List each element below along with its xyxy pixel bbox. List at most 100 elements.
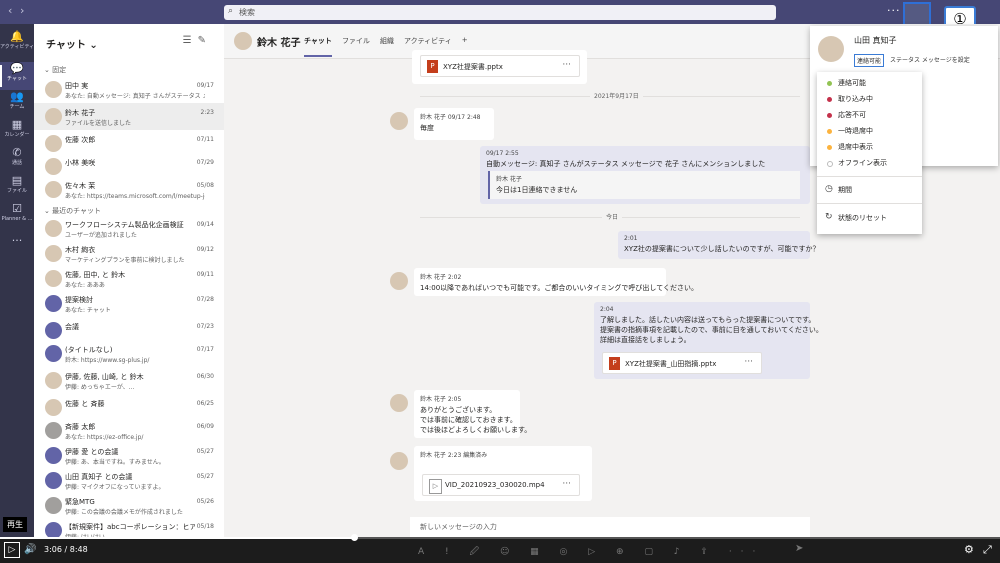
file-more-icon[interactable]: ··· (562, 479, 571, 489)
forward-icon[interactable]: › (20, 5, 24, 17)
file-attachment[interactable]: P XYZ社提案書_山田指摘.pptx ··· (602, 352, 762, 374)
video-progress-fill (0, 537, 354, 539)
settings-icon[interactable]: ⚙ (964, 543, 974, 556)
group-avatar (45, 295, 62, 312)
status-busy[interactable]: 取り込み中 (817, 92, 922, 107)
status-dnd[interactable]: 応答不可 (817, 108, 922, 123)
more-options-button[interactable]: ··· (887, 4, 901, 17)
group-avatar (45, 447, 62, 464)
rail-planner[interactable]: ☑ Planner & ... (0, 202, 34, 230)
chat-row[interactable]: (タイトルなし) 鈴木: https://www.sg-plus.jp/07/17 (34, 340, 224, 367)
date-divider: 2021年9月17日 (590, 91, 643, 100)
tab-chat[interactable]: チャット (304, 36, 332, 57)
status-dot-icon (827, 129, 832, 134)
chat-row[interactable]: 斉藤 太郎 あなた: https://ez-office.jp/06/09 (34, 417, 224, 444)
chat-row[interactable]: 佐々木 茉あなた: https://teams.microsoft.com/l/… (34, 176, 224, 203)
send-icon[interactable]: ➤ (795, 543, 803, 554)
file-attachment[interactable]: P XYZ社提案書.pptx ··· (420, 55, 580, 77)
profile-avatar-button[interactable] (903, 2, 931, 26)
avatar (45, 270, 62, 287)
avatar (45, 108, 62, 125)
pinned-section-label[interactable]: ⌄ 固定 (44, 65, 66, 75)
reset-icon: ↻ (825, 212, 833, 222)
status-button[interactable]: 連絡可能 (854, 54, 885, 67)
avatar (45, 81, 62, 98)
status-away[interactable]: 退席中表示 (817, 140, 922, 155)
chat-row[interactable]: 伊藤, 佐藤, 山崎, と 鈴木 伊藤: めっちゃエーが、... 06/30 (34, 367, 224, 394)
filter-icon[interactable]: ☰ (183, 35, 198, 46)
message-bubble: 鈴木 花子 2:05 ありがとうございます。 では事前に確認しておきます。 では… (414, 390, 531, 438)
chat-row[interactable]: 田中 実あなた: 自動メッセージ: 真知子 さんがステータス メッセー...09… (34, 76, 224, 103)
chat-list-title[interactable]: チャット ⌄ (46, 36, 98, 51)
avatar (390, 394, 408, 412)
rail-teams[interactable]: 👥 チーム (0, 90, 34, 118)
rail-more[interactable]: ··· (0, 234, 34, 262)
volume-icon[interactable]: 🔊 (24, 544, 36, 555)
tab-files[interactable]: ファイル (342, 36, 370, 57)
planner-icon: ☑ (12, 202, 22, 215)
status-offline[interactable]: オフライン表示 (817, 156, 922, 171)
rail-chat[interactable]: 💬 チャット (0, 62, 34, 90)
rail-files[interactable]: ▤ ファイル (0, 174, 34, 202)
avatar (45, 245, 62, 262)
chat-icon: 💬 (10, 62, 24, 75)
avatar (45, 372, 62, 389)
status-reset[interactable]: ↻ 状態のリセット (817, 211, 922, 226)
search-placeholder: 検索 (239, 8, 255, 17)
message-bubble-mine: 2:01 XYZ社の提案書について少し話したいのですが、可能ですか？ (618, 231, 820, 259)
group-avatar (45, 497, 62, 514)
play-label: 再生 (3, 517, 27, 532)
chat-list-pane: チャット ⌄ ☰✎ ⌄ 固定 田中 実あなた: 自動メッセージ: 真知子 さんが… (34, 24, 225, 563)
teams-icon: 👥 (10, 90, 24, 103)
set-status-message-link[interactable]: ステータス メッセージを設定 (890, 55, 970, 64)
chat-row[interactable]: 山田 真知子 との会議 伊藤: マイクオフになっていますよ。 05/27 (34, 467, 224, 494)
pptx-icon: P (427, 60, 438, 73)
calendar-icon: ▦ (11, 118, 23, 131)
phone-icon: ✆ (12, 146, 22, 159)
avatar (45, 181, 62, 198)
search-icon: ⌕ (228, 6, 234, 16)
rail-activity[interactable]: 🔔 アクティビティ (0, 30, 34, 58)
back-icon[interactable]: ‹ (8, 5, 12, 17)
status-duration[interactable]: ◷ 期間 (817, 183, 922, 198)
app-rail: 🔔 アクティビティ 💬 チャット 👥 チーム ▦ カレンダー ✆ 通話 ▤ ファイル ☑ Pl… (0, 24, 34, 563)
tab-org[interactable]: 組織 (380, 36, 394, 57)
video-attachment[interactable]: ▷ VID_20210923_030020.mp4 ··· (422, 474, 580, 496)
chat-row[interactable]: 伊藤 愛 との会議 伊藤: あ、本当ですね。すみません。 05/27 (34, 442, 224, 469)
new-chat-icon[interactable]: ✎ (198, 35, 212, 46)
rail-calls[interactable]: ✆ 通話 (0, 146, 34, 174)
status-dot-icon (827, 113, 832, 118)
avatar (45, 422, 62, 439)
status-brb[interactable]: 一時退席中 (817, 124, 922, 139)
search-input[interactable]: ⌕ 検索 (224, 5, 776, 20)
rail-calendar[interactable]: ▦ カレンダー (0, 118, 34, 146)
group-avatar (45, 322, 62, 339)
avatar (45, 158, 62, 175)
chat-row[interactable]: 提案検討 あなた: チャット 07/28 (34, 290, 224, 317)
chat-row[interactable]: ワークフローシステム製品化企画検証 ユーザーが追加されました 09/14 (34, 215, 224, 242)
video-time: 3:06 / 8:48 (44, 545, 88, 554)
video-progress-knob[interactable] (351, 534, 358, 541)
group-avatar (45, 345, 62, 362)
file-more-icon[interactable]: ··· (744, 357, 753, 367)
avatar (818, 36, 844, 62)
group-avatar (45, 472, 62, 489)
compose-box[interactable]: 新しいメッセージの入力 (410, 517, 810, 539)
chat-row[interactable]: 木村 絢衣 マーケティングプランを事前に検討しました 09/12 (34, 240, 224, 267)
clock-icon: ◷ (825, 184, 833, 194)
play-button[interactable]: ▷ (4, 542, 20, 558)
fullscreen-icon[interactable]: ⤢ (983, 543, 992, 557)
compose-toolbar: A ! 🖉 ☺ ▦ ◎ ▷ ⊕ ▢ ♪ ⇪ ··· (418, 547, 765, 557)
status-dot-icon (827, 97, 832, 102)
file-more-icon[interactable]: ··· (562, 60, 571, 70)
chat-row[interactable]: 佐藤, 田中, と 鈴木 あなた: あああ 09/11 (34, 265, 224, 292)
chat-row-selected[interactable]: 鈴木 花子 ファイルを送信しました 2:23 (34, 103, 224, 130)
bell-icon: 🔔 (10, 30, 24, 43)
conversation-title: 鈴木 花子 (257, 38, 301, 49)
video-file-icon: ▷ (429, 479, 442, 494)
pptx-icon: P (609, 357, 620, 370)
status-available[interactable]: 連絡可能 (817, 76, 922, 91)
message-bubble: 鈴木 花子 09/17 2:48 毎度 (414, 108, 494, 140)
chat-row[interactable]: 緊急MTG 伊藤: この会議の会議メモが作成されました 05/26 (34, 492, 224, 519)
message-bubble: 鈴木 花子 2:02 14:00以降であればいつでも可能です。ご都合のいいタイミ… (414, 268, 698, 296)
